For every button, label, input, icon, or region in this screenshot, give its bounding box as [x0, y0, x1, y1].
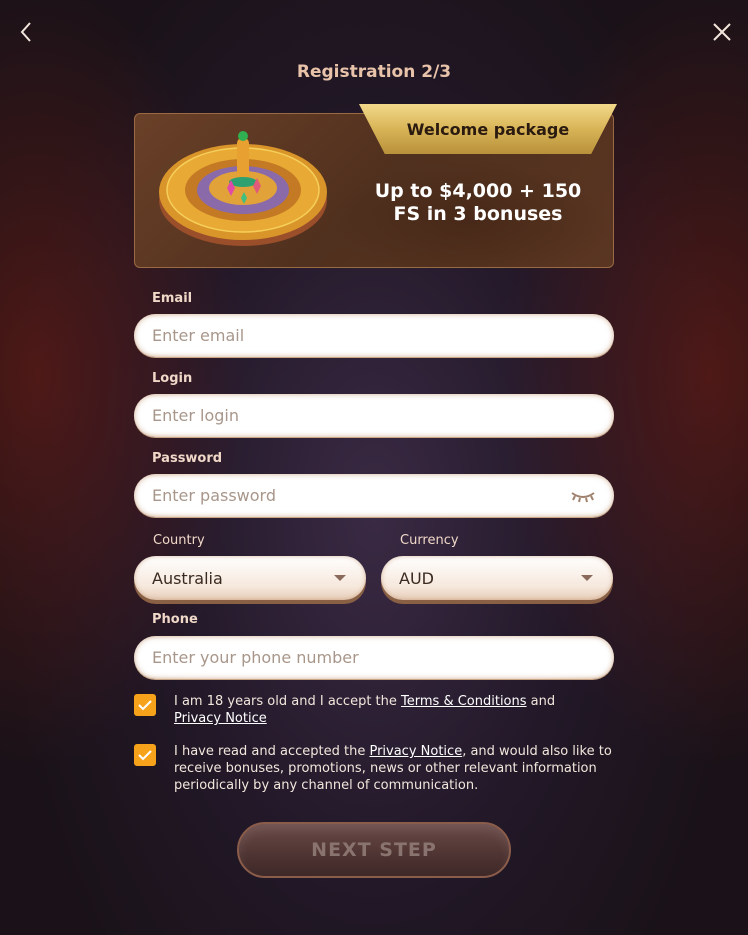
country-select[interactable]: Australia: [134, 556, 366, 600]
welcome-banner: Welcome package Up to $4,000 + 150 FS in…: [134, 104, 617, 268]
currency-select[interactable]: AUD: [381, 556, 613, 600]
marketing-checkbox[interactable]: [134, 744, 156, 766]
consent-text: I am 18 years old and I accept the: [174, 694, 402, 709]
privacy-notice-link[interactable]: Privacy Notice: [174, 711, 267, 726]
currency-value: AUD: [399, 568, 434, 588]
next-step-button[interactable]: NEXT STEP: [237, 822, 511, 878]
login-label: Login: [152, 371, 193, 386]
currency-label: Currency: [400, 533, 459, 548]
phone-field[interactable]: [134, 636, 614, 679]
privacy-notice-link[interactable]: Privacy Notice: [369, 744, 462, 759]
chevron-left-icon: [20, 22, 31, 42]
email-label: Email: [152, 291, 193, 306]
email-input[interactable]: [152, 326, 596, 345]
consent-text: and: [526, 694, 556, 709]
consent-terms-row: I am 18 years old and I accept the Terms…: [134, 693, 614, 727]
consent-marketing-row: I have read and accepted the Privacy Not…: [134, 743, 614, 794]
login-field[interactable]: [134, 394, 614, 437]
eye-closed-icon[interactable]: [570, 489, 596, 503]
bonus-offer-line2: FS in 3 bonuses: [393, 203, 563, 225]
checkmark-icon: [138, 750, 152, 761]
bonus-offer-text: Up to $4,000 + 150 FS in 3 bonuses: [373, 180, 583, 226]
terms-checkbox[interactable]: [134, 694, 156, 716]
login-input[interactable]: [152, 406, 596, 425]
checkmark-icon: [138, 700, 152, 711]
close-button[interactable]: [708, 18, 736, 46]
password-field[interactable]: [134, 474, 614, 517]
country-label: Country: [153, 533, 205, 548]
welcome-package-ribbon: Welcome package: [359, 104, 617, 154]
phone-input[interactable]: [152, 648, 596, 667]
consent-text: I have read and accepted the: [174, 744, 370, 759]
password-input[interactable]: [152, 486, 570, 505]
terms-consent-text: I am 18 years old and I accept the Terms…: [174, 693, 555, 727]
country-value: Australia: [152, 568, 223, 588]
close-icon: [713, 23, 731, 41]
back-button[interactable]: [12, 18, 40, 46]
bonus-offer-line1: Up to $4,000 + 150: [374, 180, 582, 202]
marketing-consent-text: I have read and accepted the Privacy Not…: [174, 743, 614, 794]
phone-label: Phone: [152, 612, 198, 627]
terms-link[interactable]: Terms & Conditions: [401, 694, 527, 709]
password-label: Password: [152, 451, 223, 466]
caret-down-icon: [334, 575, 346, 581]
email-field[interactable]: [134, 314, 614, 357]
roulette-wheel-image: [159, 131, 327, 246]
caret-down-icon: [581, 575, 593, 581]
page-title: Registration 2/3: [296, 62, 452, 82]
